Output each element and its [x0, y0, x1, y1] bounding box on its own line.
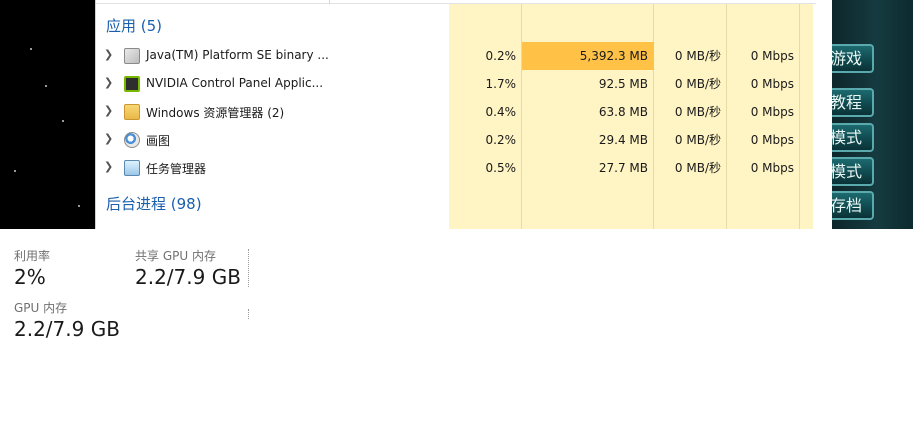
process-name: NVIDIA Control Panel Applic...	[146, 76, 324, 90]
process-name: Java(TM) Platform SE binary ...	[146, 48, 329, 62]
background-processes-group-header[interactable]: 后台进程 (98)	[106, 193, 202, 214]
game-menu-mode-button[interactable]: 模式	[826, 123, 874, 152]
star	[30, 48, 32, 50]
expand-chevron-icon[interactable]: ❯	[104, 48, 113, 61]
task-manager-process-list: 应用 (5) ❯ Java(TM) Platform SE binary ...…	[95, 0, 832, 229]
cpu-value: 0.5%	[485, 161, 517, 175]
process-row[interactable]: ❯ Windows 资源管理器 (2) 0.4% 63.8 MB 0 MB/秒 …	[96, 98, 816, 126]
memory-value: 92.5 MB	[598, 77, 648, 91]
disk-value: 0 MB/秒	[674, 133, 721, 147]
memory-value: 27.7 MB	[598, 161, 648, 175]
paint-icon	[124, 132, 140, 148]
expand-chevron-icon[interactable]: ❯	[104, 132, 113, 145]
game-menu-save-button[interactable]: 存档	[826, 191, 874, 220]
utilization-value: 2%	[14, 265, 46, 289]
network-value: 0 Mbps	[750, 105, 794, 119]
cpu-value: 0.2%	[485, 133, 517, 147]
process-name: 画图	[146, 134, 171, 148]
java-icon	[124, 48, 140, 64]
apps-group-header[interactable]: 应用 (5)	[106, 15, 162, 36]
process-name: Windows 资源管理器 (2)	[146, 106, 285, 120]
utilization-label: 利用率	[14, 249, 51, 263]
process-row[interactable]: ❯ Java(TM) Platform SE binary ... 0.2% 5…	[96, 42, 816, 70]
process-row[interactable]: ❯ 任务管理器 0.5% 27.7 MB 0 MB/秒 0 Mbps	[96, 154, 816, 182]
expand-chevron-icon[interactable]: ❯	[104, 104, 113, 117]
nvidia-icon	[124, 76, 140, 92]
desktop-background: 游戏 教程 模式 模式 存档 应用 (5) ❯ Java(TM) Platfor…	[0, 0, 913, 229]
gpu-stats-panel: 利用率 2% 共享 GPU 内存 2.2/7.9 GB GPU 内存 2.2/7…	[0, 229, 913, 430]
gpu-memory-value: 2.2/7.9 GB	[14, 317, 120, 341]
expand-chevron-icon[interactable]: ❯	[104, 76, 113, 89]
network-value: 0 Mbps	[750, 77, 794, 91]
disk-value: 0 MB/秒	[674, 49, 721, 63]
star	[78, 205, 80, 207]
star	[45, 85, 47, 87]
game-menu-tutorial-button[interactable]: 教程	[826, 88, 874, 117]
game-menu-play-button[interactable]: 游戏	[826, 44, 874, 73]
task-manager-icon	[124, 160, 140, 176]
memory-value: 29.4 MB	[598, 133, 648, 147]
disk-value: 0 MB/秒	[674, 161, 721, 175]
folder-icon	[124, 104, 140, 120]
cpu-value: 0.2%	[485, 49, 517, 63]
network-value: 0 Mbps	[750, 133, 794, 147]
gpu-memory-label: GPU 内存	[14, 301, 68, 315]
column-separator	[329, 0, 330, 4]
memory-value: 5,392.3 MB	[522, 42, 654, 70]
process-name: 任务管理器	[146, 162, 207, 176]
game-menu-mode-button-2[interactable]: 模式	[826, 157, 874, 186]
expand-chevron-icon[interactable]: ❯	[104, 160, 113, 173]
star	[14, 170, 16, 172]
cpu-value: 0.4%	[485, 105, 517, 119]
network-value: 0 Mbps	[750, 161, 794, 175]
process-row[interactable]: ❯ 画图 0.2% 29.4 MB 0 MB/秒 0 Mbps	[96, 126, 816, 154]
process-row[interactable]: ❯ NVIDIA Control Panel Applic... 1.7% 92…	[96, 70, 816, 98]
memory-value: 63.8 MB	[598, 105, 648, 119]
shared-gpu-memory-value: 2.2/7.9 GB	[135, 265, 241, 289]
disk-value: 0 MB/秒	[674, 77, 721, 91]
disk-value: 0 MB/秒	[674, 105, 721, 119]
shared-gpu-memory-label: 共享 GPU 内存	[135, 249, 216, 263]
divider	[248, 309, 249, 319]
network-value: 0 Mbps	[750, 49, 794, 63]
star	[62, 120, 64, 122]
divider	[248, 249, 249, 287]
cpu-value: 1.7%	[485, 77, 517, 91]
